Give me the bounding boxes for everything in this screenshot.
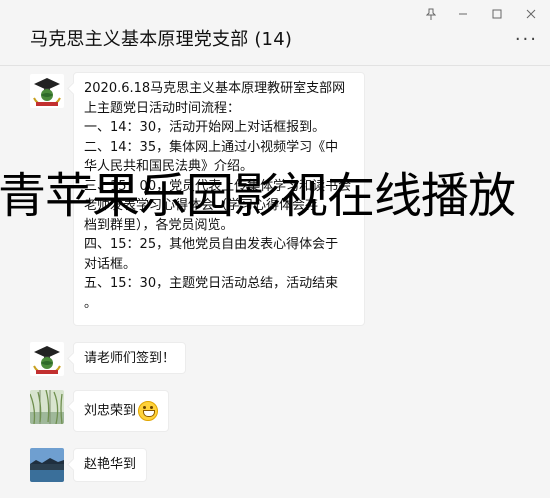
chat-title: 马克思主义基本原理党支部 (14) <box>30 29 293 50</box>
university-logo-avatar[interactable] <box>30 342 64 376</box>
message-line: 对话框。 <box>84 256 137 272</box>
more-options-icon[interactable]: ... <box>515 26 538 44</box>
message-line: 一、14：30，活动开始网上对话框报到。 <box>84 120 326 135</box>
message-line: 四、15：25，其他党员自由发表心得体会于 <box>84 237 339 252</box>
message-line: 老师发表学习心得体会（学习心得体会存 <box>84 198 319 213</box>
maximize-icon[interactable] <box>486 6 508 22</box>
message-text: 刘忠荣到 <box>84 403 137 419</box>
message-line: 华人民共和国民法典》介绍。 <box>84 159 254 174</box>
minimize-icon[interactable] <box>452 6 474 22</box>
message-bubble[interactable]: 请老师们签到！ <box>73 342 187 374</box>
message-line: 三、15：00，党员代表上传集体学习和读书会 <box>84 178 352 194</box>
message-line: 档到群里），各党员阅览。 <box>84 217 234 233</box>
message-bubble[interactable]: 赵艳华到 <box>73 448 148 482</box>
grinning-emoji <box>138 401 159 421</box>
pin-icon[interactable] <box>420 6 442 22</box>
message-line: 五、15：30，主题党日活动总结，活动结束 <box>84 276 339 291</box>
willow-tree-avatar[interactable] <box>30 390 64 424</box>
message-text: 赵艳华到 <box>84 457 137 472</box>
close-icon[interactable] <box>520 6 542 22</box>
university-logo-avatar[interactable] <box>30 74 64 108</box>
chat-header: 马克思主义基本原理党支部 (14) ... <box>0 0 550 66</box>
message-line: 二、14：35，集体网上通过小视频学习《中 <box>84 139 339 155</box>
message-text: 请老师们签到！ <box>84 351 176 366</box>
message-list[interactable]: 2020.6.18马克思主义基本原理教研室支部网 上主题党日活动时间流程： 一、… <box>0 66 550 498</box>
message-bubble-schedule[interactable]: 2020.6.18马克思主义基本原理教研室支部网 上主题党日活动时间流程： 一、… <box>73 72 365 326</box>
message-line: 。 <box>84 295 98 311</box>
message-line: 2020.6.18马克思主义基本原理教研室支部网 <box>84 81 346 96</box>
message-bubble[interactable]: 刘忠荣到 <box>73 390 170 432</box>
message-line: 上主题党日活动时间流程： <box>84 100 241 116</box>
lake-landscape-avatar[interactable] <box>30 448 64 482</box>
